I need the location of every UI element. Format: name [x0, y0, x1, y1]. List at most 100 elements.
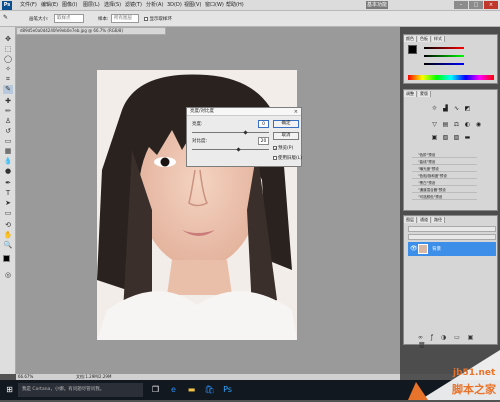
- foreground-swatch[interactable]: [408, 45, 417, 54]
- levels-adjust-icon[interactable]: ▟: [441, 105, 450, 113]
- menu-help[interactable]: 帮助(H): [226, 2, 244, 9]
- brightness-slider[interactable]: [192, 132, 269, 133]
- type-tool-icon[interactable]: T: [3, 189, 13, 198]
- preset-exposure[interactable]: "曝光度"预设: [412, 166, 477, 172]
- layer-thumbnail: [418, 244, 428, 254]
- cortana-search-box[interactable]: 我是 Cortana，小娜。有问题尽管问我。: [18, 383, 143, 397]
- layer-row-background[interactable]: 👁 背景: [408, 242, 496, 256]
- menu-image[interactable]: 图像(I): [62, 2, 77, 9]
- contrast-slider[interactable]: [192, 149, 269, 150]
- exposure-adjust-icon[interactable]: ◩: [463, 105, 472, 113]
- black-white-icon[interactable]: ◐: [463, 121, 472, 129]
- preset-black-white[interactable]: "黑白"预设: [412, 180, 477, 186]
- menu-layer[interactable]: 图层(L): [83, 2, 100, 9]
- blue-slider[interactable]: [424, 63, 464, 65]
- menu-filter[interactable]: 滤镜(T): [125, 2, 142, 9]
- menu-view[interactable]: 视图(V): [184, 2, 201, 9]
- ok-button[interactable]: 确定: [273, 120, 299, 128]
- foreground-color-swatch[interactable]: [3, 255, 10, 262]
- document-tab[interactable]: d89d5e0a0d4240fe9eb0e7eb.jpg @ 66.7% (RG…: [16, 27, 166, 35]
- blur-tool-icon[interactable]: 💧: [3, 157, 13, 166]
- invert-adjust-icon[interactable]: ▣: [430, 134, 439, 142]
- path-select-icon[interactable]: ➤: [3, 199, 13, 208]
- stamp-tool-icon[interactable]: ♙: [3, 117, 13, 126]
- photo-filter-icon[interactable]: ◉: [474, 121, 483, 129]
- menu-file[interactable]: 文件(F): [20, 2, 37, 9]
- quick-select-tool-icon[interactable]: ✧: [3, 65, 13, 74]
- eyedropper-icon[interactable]: ✎: [3, 85, 13, 94]
- color-balance-icon[interactable]: ⚖: [452, 121, 461, 129]
- brightness-slider-thumb[interactable]: [243, 130, 248, 135]
- store-icon[interactable]: 🛍: [204, 384, 215, 395]
- zoom-tool-icon[interactable]: 🔍: [3, 241, 13, 250]
- curves-adjust-icon[interactable]: ∿: [452, 105, 461, 113]
- menu-analysis[interactable]: 分析(A): [146, 2, 163, 9]
- tab-layers[interactable]: 图层: [404, 217, 417, 223]
- healing-tool-icon[interactable]: ✚: [3, 97, 13, 106]
- shape-tool-icon[interactable]: ▭: [3, 209, 13, 218]
- 3d-rotate-icon[interactable]: ⟲: [3, 221, 13, 230]
- lasso-tool-icon[interactable]: ◯: [3, 55, 13, 64]
- tab-masks[interactable]: 蒙版: [418, 91, 431, 97]
- threshold-adjust-icon[interactable]: ▨: [452, 134, 461, 142]
- task-view-icon[interactable]: ❐: [150, 384, 161, 395]
- pen-tool-icon[interactable]: ✒: [3, 179, 13, 188]
- photoshop-taskbar-icon[interactable]: Ps: [222, 384, 233, 395]
- preset-levels[interactable]: "色阶"预设: [412, 152, 477, 158]
- crop-tool-icon[interactable]: ⌗: [3, 75, 13, 84]
- gradient-tool-icon[interactable]: ▦: [3, 147, 13, 156]
- tab-paths[interactable]: 路径: [432, 217, 445, 223]
- quick-mask-icon[interactable]: ◎: [3, 271, 13, 280]
- menu-3d[interactable]: 3D(D): [167, 2, 182, 9]
- menu-select[interactable]: 选择(S): [104, 2, 121, 9]
- preset-hue-saturation[interactable]: "色相/饱和度"预设: [412, 173, 477, 179]
- preset-curves[interactable]: "曲线"预设: [412, 159, 477, 165]
- dialog-close-icon[interactable]: ×: [294, 108, 298, 116]
- contrast-input[interactable]: 20: [258, 137, 269, 145]
- tab-styles[interactable]: 样式: [432, 36, 445, 42]
- edge-browser-icon[interactable]: e: [168, 384, 179, 395]
- green-slider[interactable]: [424, 55, 464, 57]
- windows-start-icon[interactable]: ⊞: [4, 384, 15, 395]
- preset-selective-color[interactable]: "可选颜色"预设: [412, 194, 477, 200]
- minimize-icon[interactable]: –: [454, 1, 468, 9]
- color-ramp[interactable]: [408, 75, 494, 80]
- lock-row[interactable]: [408, 234, 496, 240]
- tab-color[interactable]: 颜色: [404, 36, 417, 42]
- vibrance-adjust-icon[interactable]: ▽: [430, 121, 439, 129]
- show-ring-checkbox[interactable]: 显示取样环: [144, 16, 172, 22]
- blend-mode-select[interactable]: [408, 226, 496, 232]
- preview-checkbox[interactable]: ✓预览(P): [273, 145, 293, 151]
- hue-adjust-icon[interactable]: ▤: [441, 121, 450, 129]
- sample-select[interactable]: 所有图层: [111, 14, 139, 23]
- tab-swatches[interactable]: 色板: [418, 36, 431, 42]
- brush-tool-icon[interactable]: ✏: [3, 107, 13, 116]
- eraser-tool-icon[interactable]: ▭: [3, 137, 13, 146]
- workspace-button[interactable]: 基本功能: [366, 1, 388, 9]
- eyedropper-tool-icon[interactable]: ✎: [3, 14, 8, 21]
- brightness-input[interactable]: 0: [258, 120, 269, 128]
- preset-channel-mixer[interactable]: "通道混合器"预设: [412, 187, 477, 193]
- legacy-checkbox[interactable]: 使用旧版(L): [273, 155, 302, 161]
- cancel-button[interactable]: 取消: [273, 132, 299, 140]
- contrast-slider-thumb[interactable]: [236, 147, 241, 152]
- marquee-tool-icon[interactable]: ⬚: [3, 45, 13, 54]
- dodge-tool-icon[interactable]: ●: [3, 167, 13, 176]
- move-tool-icon[interactable]: ✥: [3, 35, 13, 44]
- red-slider[interactable]: [424, 47, 464, 49]
- menu-bar: Ps 文件(F) 编辑(E) 图像(I) 图层(L) 选择(S) 滤镜(T) 分…: [0, 0, 500, 11]
- hand-tool-icon[interactable]: ✋: [3, 231, 13, 240]
- history-brush-icon[interactable]: ↺: [3, 127, 13, 136]
- maximize-icon[interactable]: □: [469, 1, 483, 9]
- close-icon[interactable]: ×: [484, 1, 498, 9]
- brightness-adjust-icon[interactable]: ☼: [430, 105, 439, 113]
- visibility-eye-icon[interactable]: 👁: [410, 245, 418, 252]
- tab-adjustments[interactable]: 调整: [404, 91, 417, 97]
- menu-edit[interactable]: 编辑(E): [41, 2, 58, 9]
- posterize-adjust-icon[interactable]: ▧: [441, 134, 450, 142]
- file-explorer-icon[interactable]: ▬: [186, 384, 197, 395]
- sample-size-select[interactable]: 取样点: [54, 14, 84, 23]
- tab-channels[interactable]: 通道: [418, 217, 431, 223]
- menu-window[interactable]: 窗口(W): [205, 2, 224, 9]
- gradient-map-icon[interactable]: ▬: [463, 134, 472, 142]
